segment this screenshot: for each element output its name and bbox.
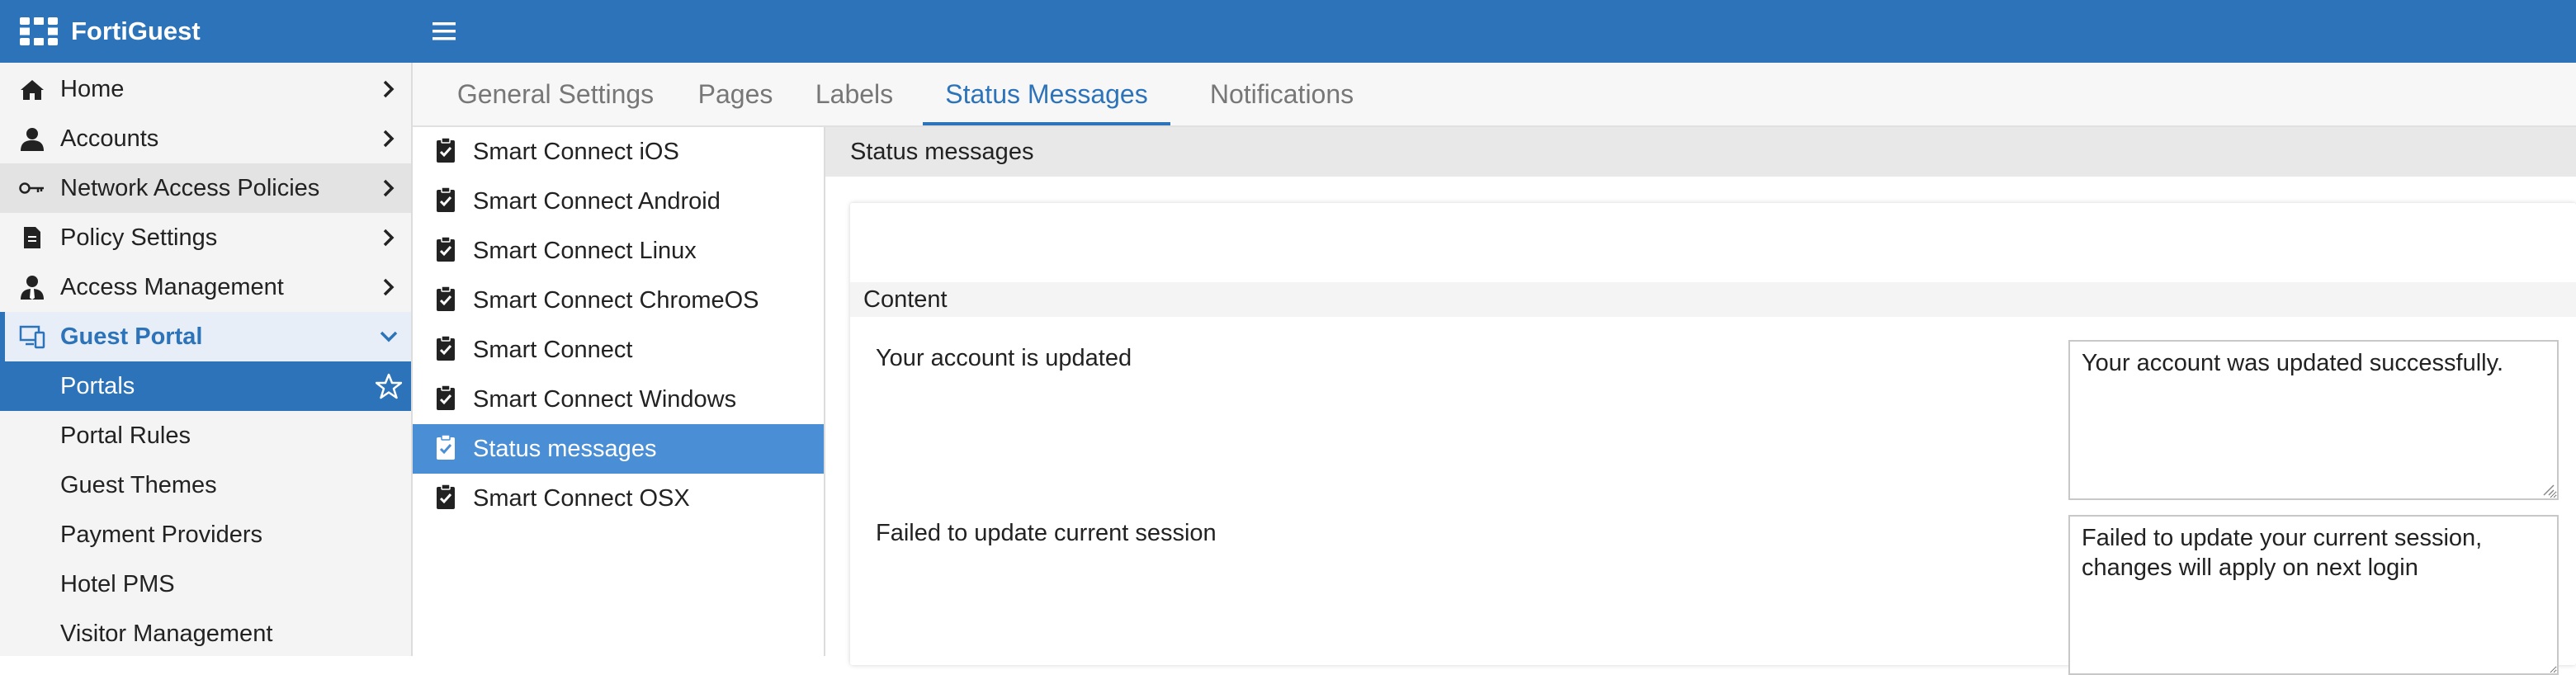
sidebar-item-label: Hotel PMS [60, 570, 175, 597]
main-panel: Status messages Content Your account is … [825, 127, 2576, 675]
textarea-value: Your account was updated successfully. [2082, 350, 2504, 376]
chevron-down-icon [380, 331, 398, 342]
sidebar-item-access-management[interactable]: Access Management [0, 262, 411, 312]
sidebar-item-label: Accounts [60, 125, 159, 152]
document-icon [24, 227, 40, 248]
tab-pages[interactable]: Pages [682, 63, 789, 125]
clipboard-check-icon [437, 137, 455, 163]
resize-handle-icon[interactable] [2540, 481, 2555, 496]
tab-status-messages[interactable]: Status Messages [923, 63, 1170, 125]
tab-notifications[interactable]: Notifications [1179, 63, 1385, 125]
sidebar-item-label: Access Management [60, 273, 284, 300]
sidebar-item-label: Portal Rules [60, 422, 191, 449]
list-item-label: Smart Connect Windows [473, 385, 737, 413]
sidebar-item-portal-rules[interactable]: Portal Rules [0, 411, 411, 460]
fortinet-logo-icon [20, 17, 58, 45]
list-item-label: Smart Connect [473, 336, 633, 363]
user-tie-icon [21, 276, 44, 300]
list-item[interactable]: Smart Connect Linux [413, 226, 824, 276]
brand[interactable]: FortiGuest [20, 0, 201, 63]
list-item-label: Smart Connect Android [473, 187, 721, 215]
list-item[interactable]: Smart Connect ChromeOS [413, 276, 824, 325]
key-icon [19, 182, 44, 194]
list-item[interactable]: Smart Connect iOS [413, 127, 824, 177]
chevron-right-icon [383, 130, 395, 148]
list-item[interactable]: Smart Connect Android [413, 177, 824, 226]
chevron-right-icon [383, 229, 395, 247]
clipboard-check-icon [437, 385, 455, 410]
list-item-label: Smart Connect OSX [473, 484, 690, 512]
sidebar-item-payment-providers[interactable]: Payment Providers [0, 510, 411, 559]
star-icon[interactable] [376, 373, 402, 399]
sidebar-item-label: Portals [60, 372, 135, 399]
clipboard-check-icon [437, 236, 455, 262]
sidebar-item-home[interactable]: Home [0, 64, 411, 114]
sidebar-item-label: Home [60, 75, 125, 102]
page-list: Smart Connect iOS Smart Connect Android … [413, 127, 825, 656]
message-textarea[interactable]: Your account was updated successfully. [2068, 340, 2559, 500]
clipboard-check-icon [437, 335, 455, 361]
sidebar-item-visitor-management[interactable]: Visitor Management [0, 609, 411, 658]
clipboard-check-icon [437, 186, 455, 212]
sidebar-item-accounts[interactable]: Accounts [0, 114, 411, 163]
textarea-value: Failed to update your current session, c… [2082, 525, 2483, 581]
content-card: Content Your account is updated Your acc… [850, 203, 2576, 675]
content-section-title: Content [850, 282, 2576, 317]
tab-bar: General Settings Pages Labels Status Mes… [413, 63, 2576, 127]
chevron-right-icon [383, 179, 395, 197]
tab-labels[interactable]: Labels [801, 63, 908, 125]
clipboard-check-icon [437, 434, 455, 460]
sidebar-item-hotel-pms[interactable]: Hotel PMS [0, 559, 411, 609]
list-item-selected[interactable]: Status messages [413, 424, 824, 474]
sidebar-item-policy-settings[interactable]: Policy Settings [0, 213, 411, 262]
sidebar-item-label: Guest Themes [60, 471, 217, 498]
sidebar: Home Accounts Network Access Policies Po… [0, 63, 413, 656]
sidebar-item-network-access-policies[interactable]: Network Access Policies [0, 163, 411, 213]
sidebar-item-label: Policy Settings [60, 224, 218, 251]
sidebar-item-guest-portal[interactable]: Guest Portal [0, 312, 411, 361]
tab-general-settings[interactable]: General Settings [428, 63, 683, 125]
section-title: Status messages [825, 127, 2576, 177]
clipboard-check-icon [437, 484, 455, 509]
list-item-label: Status messages [473, 435, 657, 462]
list-item-label: Smart Connect Linux [473, 237, 697, 264]
field-label: Your account is updated [876, 345, 1132, 371]
message-textarea[interactable]: Failed to update your current session, c… [2068, 515, 2559, 675]
devices-icon [19, 325, 45, 349]
sidebar-item-label: Network Access Policies [60, 174, 320, 201]
chevron-right-icon [383, 278, 395, 296]
clipboard-check-icon [437, 286, 455, 311]
app-title: FortiGuest [71, 17, 201, 45]
list-item-label: Smart Connect iOS [473, 138, 679, 165]
list-item[interactable]: Smart Connect OSX [413, 474, 824, 523]
sidebar-item-guest-themes[interactable]: Guest Themes [0, 460, 411, 510]
chevron-right-icon [383, 80, 395, 98]
menu-toggle-icon[interactable] [429, 17, 459, 46]
user-icon [21, 128, 44, 151]
field-label: Failed to update current session [876, 520, 1217, 546]
top-bar: FortiGuest [0, 0, 2576, 63]
sidebar-item-portals[interactable]: Portals [0, 361, 411, 411]
list-item-label: Smart Connect ChromeOS [473, 286, 759, 314]
home-icon [21, 80, 44, 100]
sidebar-item-label: Guest Portal [60, 323, 203, 350]
sidebar-item-label: Visitor Management [60, 620, 273, 647]
list-item[interactable]: Smart Connect [413, 325, 824, 375]
sidebar-item-label: Payment Providers [60, 521, 262, 548]
list-item[interactable]: Smart Connect Windows [413, 375, 824, 424]
